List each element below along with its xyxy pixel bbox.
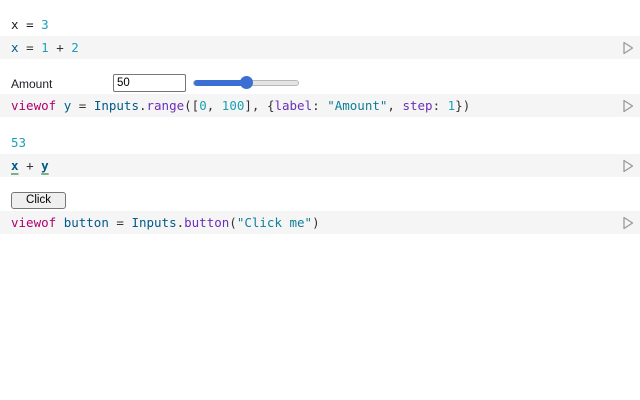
code-punct: ], {: [244, 98, 275, 113]
code-var-button: button: [63, 215, 109, 230]
slider-thumb[interactable]: [240, 76, 253, 89]
code-var-y: y: [63, 98, 72, 113]
output-var-x: x: [11, 17, 19, 32]
code-punct: ): [312, 215, 320, 230]
code-equals: =: [116, 215, 124, 230]
code-var-x: x: [11, 40, 19, 55]
code-equals: =: [26, 40, 34, 55]
code-punct: ,: [387, 98, 403, 113]
code-punct: }): [455, 98, 471, 113]
code-number: 2: [71, 40, 79, 55]
code-line[interactable]: viewof y = Inputs.range([0, 100], {label…: [11, 98, 470, 113]
cell-3-output-value: 53: [11, 135, 27, 150]
code-ref-y[interactable]: y: [41, 158, 49, 173]
code-object: Inputs: [131, 215, 177, 230]
code-number: 1: [41, 40, 49, 55]
code-keyword: viewof: [11, 98, 57, 113]
code-line[interactable]: viewof button = Inputs.button("Click me"…: [11, 215, 320, 230]
output-value: 3: [41, 17, 49, 32]
amount-label: Amount: [11, 77, 53, 91]
code-punct: ([: [184, 98, 200, 113]
output-equals: =: [26, 17, 34, 32]
amount-number-input[interactable]: [113, 74, 186, 92]
code-method: range: [146, 98, 185, 113]
code-dot: .: [176, 215, 185, 230]
code-keyword: viewof: [11, 215, 57, 230]
code-dot: .: [138, 98, 147, 113]
code-number: 0: [199, 98, 207, 113]
code-ref-x[interactable]: x: [11, 158, 19, 173]
run-cell-icon[interactable]: [622, 99, 634, 113]
code-punct: ,: [206, 98, 222, 113]
code-punct: :: [432, 98, 448, 113]
code-line[interactable]: x = 1 + 2: [11, 40, 79, 55]
click-me-button[interactable]: Click me: [11, 192, 66, 221]
code-key: step: [402, 98, 433, 113]
cell-4-source[interactable]: viewof button = Inputs.button("Click me"…: [0, 211, 640, 234]
code-plus: +: [56, 40, 64, 55]
code-line[interactable]: x + y: [11, 158, 49, 173]
code-punct: :: [312, 98, 328, 113]
code-number: 100: [221, 98, 245, 113]
code-plus: +: [26, 158, 34, 173]
amount-slider[interactable]: [193, 76, 299, 89]
cell-1-output: x = 3: [11, 17, 49, 32]
cell-2-source[interactable]: viewof y = Inputs.range([0, 100], {label…: [0, 94, 640, 117]
cell-3-source[interactable]: x + y: [0, 154, 640, 177]
run-cell-icon[interactable]: [622, 159, 634, 173]
code-object: Inputs: [93, 98, 139, 113]
code-key: label: [274, 98, 313, 113]
code-method: button: [184, 215, 230, 230]
code-string: "Amount": [327, 98, 388, 113]
run-cell-icon[interactable]: [622, 41, 634, 55]
code-punct: (: [229, 215, 237, 230]
code-equals: =: [78, 98, 87, 113]
code-string: "Click me": [236, 215, 313, 230]
run-cell-icon[interactable]: [622, 216, 634, 230]
cell-1-source[interactable]: x = 1 + 2: [0, 36, 640, 59]
